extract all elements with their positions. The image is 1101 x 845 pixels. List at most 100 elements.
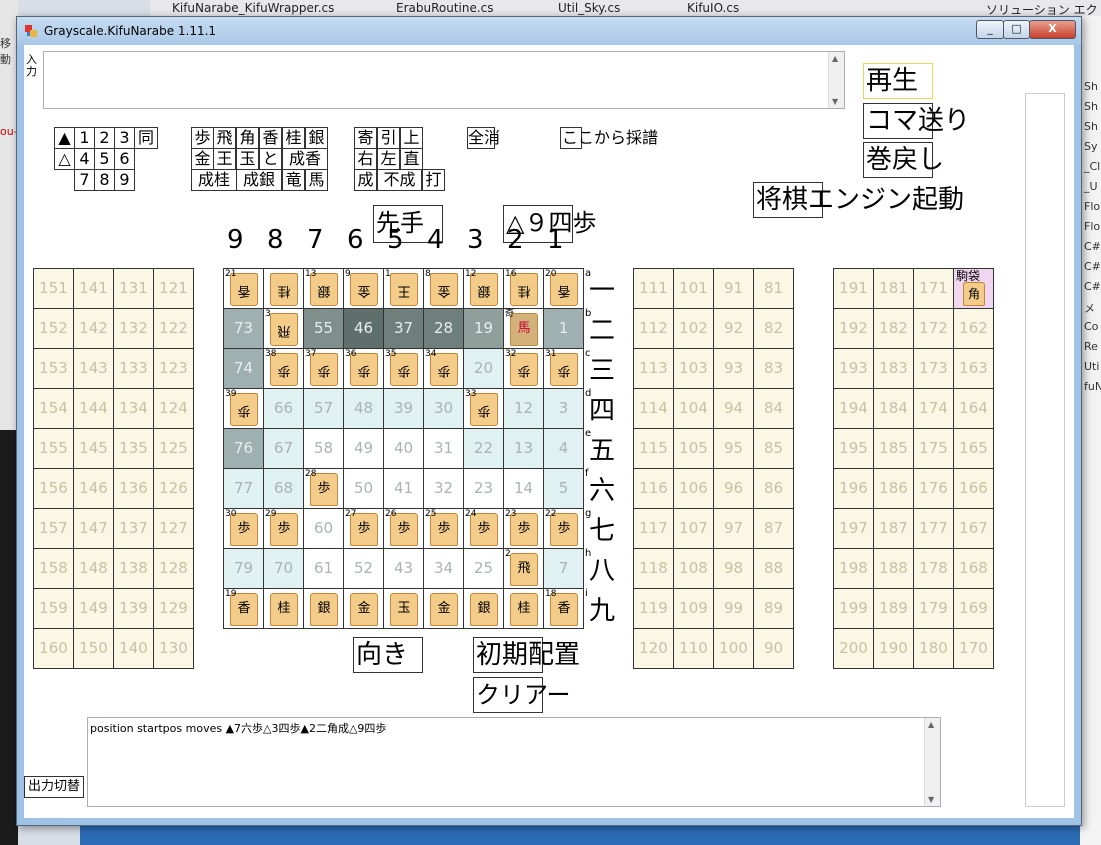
koma-bukuro-cell[interactable]: 駒袋角 <box>953 268 994 309</box>
board-cell[interactable]: 歩 26 <box>383 508 424 549</box>
stand-cell[interactable]: 125 <box>153 428 194 469</box>
stand-cell[interactable]: 83 <box>753 348 794 389</box>
board-cell[interactable]: 70 <box>263 548 304 589</box>
stand-cell[interactable]: 154 <box>33 388 74 429</box>
stand-cell[interactable]: 131 <box>113 268 154 309</box>
stand-cell[interactable]: 137 <box>113 508 154 549</box>
board-cell[interactable]: 79 <box>223 548 264 589</box>
piece-button[interactable]: 王 <box>213 148 236 170</box>
solution-item[interactable]: Sh <box>1084 120 1098 133</box>
board-cell[interactable]: 58 <box>303 428 344 469</box>
stand-cell[interactable]: 162 <box>953 308 994 349</box>
stand-cell[interactable]: 159 <box>33 588 74 629</box>
stand-cell[interactable]: 102 <box>673 308 714 349</box>
stand-cell[interactable]: 94 <box>713 388 754 429</box>
number-button[interactable]: 同 <box>134 127 158 149</box>
stand-cell[interactable]: 89 <box>753 588 794 629</box>
stand-cell[interactable]: 150 <box>73 628 114 669</box>
stand-cell[interactable]: 172 <box>913 308 954 349</box>
board-cell[interactable]: 桂 <box>263 268 304 309</box>
board-cell[interactable]: 12 <box>503 388 544 429</box>
stand-cell[interactable]: 99 <box>713 588 754 629</box>
stand-cell[interactable]: 170 <box>953 628 994 669</box>
board-cell[interactable]: 4 <box>543 428 584 469</box>
board-cell[interactable]: 74 <box>223 348 264 389</box>
stand-cell[interactable]: 142 <box>73 308 114 349</box>
stand-cell[interactable]: 177 <box>913 508 954 549</box>
stand-cell[interactable]: 104 <box>673 388 714 429</box>
piece-button[interactable]: 桂 <box>282 127 305 149</box>
stand-cell[interactable]: 195 <box>833 428 874 469</box>
stand-cell[interactable]: 168 <box>953 548 994 589</box>
stand-cell[interactable]: 169 <box>953 588 994 629</box>
board-cell[interactable]: 歩 35 <box>383 348 424 389</box>
board-cell[interactable]: 香 21 <box>223 268 264 309</box>
piece-button[interactable]: と <box>259 148 282 170</box>
stand-cell[interactable]: 181 <box>873 268 914 309</box>
stand-cell[interactable]: 141 <box>73 268 114 309</box>
stand-cell[interactable]: 101 <box>673 268 714 309</box>
board-cell[interactable]: 金9 <box>343 268 384 309</box>
stand-cell[interactable]: 146 <box>73 468 114 509</box>
clear-button[interactable]: クリアー <box>473 677 571 713</box>
stand-cell[interactable]: 190 <box>873 628 914 669</box>
number-button[interactable]: 2 <box>94 127 115 149</box>
stand-cell[interactable]: 98 <box>713 548 754 589</box>
stand-cell[interactable]: 164 <box>953 388 994 429</box>
board-cell[interactable]: 60 <box>303 508 344 549</box>
stand-cell[interactable]: 155 <box>33 428 74 469</box>
stand-cell[interactable]: 187 <box>873 508 914 549</box>
stand-cell[interactable]: 140 <box>113 628 154 669</box>
stand-cell[interactable]: 185 <box>873 428 914 469</box>
shogi-piece[interactable]: 王 <box>390 273 418 306</box>
stand-cell[interactable]: 182 <box>873 308 914 349</box>
maximize-button[interactable]: □ <box>1003 20 1030 39</box>
stand-cell[interactable]: 158 <box>33 548 74 589</box>
stand-cell[interactable]: 151 <box>33 268 74 309</box>
stand-cell[interactable]: 173 <box>913 348 954 389</box>
rewind-button[interactable]: 巻戻し <box>863 142 944 178</box>
stand-cell[interactable]: 192 <box>833 308 874 349</box>
orientation-button[interactable]: 向き <box>353 637 423 673</box>
solution-item[interactable]: Sh <box>1084 80 1098 93</box>
stand-cell[interactable]: 143 <box>73 348 114 389</box>
board-cell[interactable]: 飛2 <box>503 548 544 589</box>
board-cell[interactable]: 76 <box>223 428 264 469</box>
board-cell[interactable]: 50 <box>343 468 384 509</box>
board-cell[interactable]: 玉 <box>383 588 424 629</box>
stand-cell[interactable]: 160 <box>33 628 74 669</box>
stand-cell[interactable]: 115 <box>633 428 674 469</box>
move-button[interactable]: 左 <box>377 148 400 170</box>
number-button[interactable]: 3 <box>114 127 135 149</box>
stand-cell[interactable]: 124 <box>153 388 194 429</box>
board-cell[interactable]: 香 18 <box>543 588 584 629</box>
board-cell[interactable]: 3 <box>543 388 584 429</box>
board-cell[interactable]: 歩 27 <box>343 508 384 549</box>
stand-cell[interactable]: 92 <box>713 308 754 349</box>
stand-cell[interactable]: 134 <box>113 388 154 429</box>
shogi-piece[interactable]: 桂 <box>270 273 298 306</box>
number-button[interactable]: 8 <box>94 169 115 191</box>
board-cell[interactable]: 73 <box>223 308 264 349</box>
stand-cell[interactable]: 135 <box>113 428 154 469</box>
board-cell[interactable]: 61 <box>303 548 344 589</box>
piece-button[interactable]: 角 <box>236 127 259 149</box>
move-button[interactable]: 打 <box>422 169 445 191</box>
stand-cell[interactable]: 153 <box>33 348 74 389</box>
piece-button[interactable]: 香 <box>259 127 282 149</box>
minimize-button[interactable]: _ <box>976 20 1004 39</box>
board-cell[interactable]: 銀 <box>463 588 504 629</box>
stand-cell[interactable]: 114 <box>633 388 674 429</box>
stand-cell[interactable]: 106 <box>673 468 714 509</box>
stand-cell[interactable]: 178 <box>913 548 954 589</box>
stand-cell[interactable]: 130 <box>153 628 194 669</box>
stand-cell[interactable]: 148 <box>73 548 114 589</box>
piece-button[interactable]: 成香 <box>282 148 328 170</box>
solution-item[interactable]: Sy <box>1084 140 1098 153</box>
board-cell[interactable]: 19 <box>463 308 504 349</box>
stand-cell[interactable]: 122 <box>153 308 194 349</box>
board-cell[interactable]: 40 <box>383 428 424 469</box>
board-cell[interactable]: 30 <box>423 388 464 429</box>
board-cell[interactable]: 歩 25 <box>423 508 464 549</box>
board-cell[interactable]: 歩 37 <box>303 348 344 389</box>
